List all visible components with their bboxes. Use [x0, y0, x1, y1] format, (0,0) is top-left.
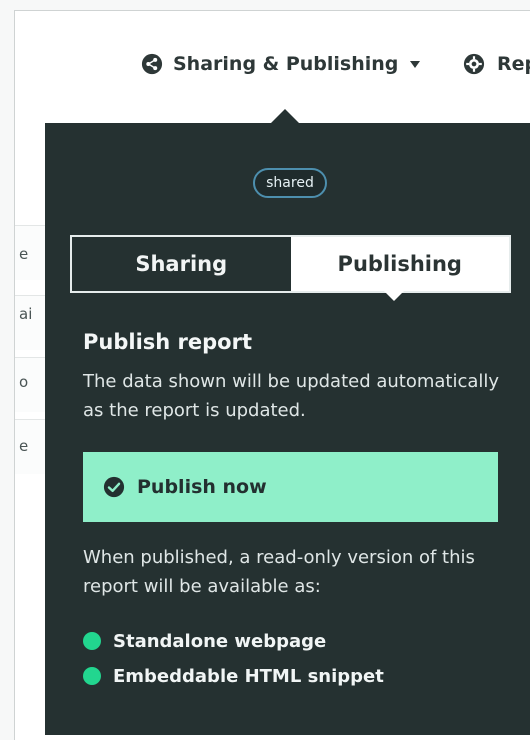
publish-report-description: The data shown will be updated automatic…: [83, 371, 500, 421]
publish-now-label: Publish now: [137, 476, 267, 498]
tab-publishing[interactable]: Publishing: [290, 237, 509, 291]
shared-status-badge: shared: [253, 168, 327, 198]
background-text: o: [19, 373, 29, 391]
format-list-item: Embeddable HTML snippet: [83, 663, 384, 689]
caret-down-icon: [410, 60, 421, 68]
publish-now-button[interactable]: Publish now: [83, 452, 498, 522]
report-page: Sharing & Publishing Rep e ai o e shared…: [14, 10, 530, 740]
format-label: Standalone webpage: [113, 630, 327, 652]
gear-icon: [463, 53, 485, 75]
tab-sharing[interactable]: Sharing: [72, 237, 291, 291]
report-settings-menu[interactable]: Rep: [463, 51, 530, 77]
format-label: Embeddable HTML snippet: [113, 665, 384, 687]
background-text: e: [19, 437, 29, 455]
publish-report-title: Publish report: [83, 330, 252, 354]
sharing-publishing-tabs: Sharing Publishing: [70, 235, 511, 293]
bullet-dot-icon: [83, 632, 101, 650]
top-toolbar: Sharing & Publishing Rep: [15, 11, 530, 111]
check-circle-icon: [103, 476, 125, 498]
sharing-publishing-label: Sharing & Publishing: [173, 53, 399, 75]
active-tab-pointer: [384, 291, 404, 301]
background-text: ai: [19, 305, 33, 323]
sharing-publishing-menu[interactable]: Sharing & Publishing: [141, 51, 421, 77]
availability-text: When published, a read-only version of t…: [83, 547, 475, 597]
format-list-item: Standalone webpage: [83, 628, 326, 654]
report-settings-label: Rep: [497, 53, 530, 75]
sharing-publishing-popup: shared Sharing Publishing Publish report…: [45, 123, 530, 735]
background-text: e: [19, 245, 29, 263]
popup-arrow: [271, 109, 299, 123]
bullet-dot-icon: [83, 667, 101, 685]
share-icon: [141, 53, 163, 75]
